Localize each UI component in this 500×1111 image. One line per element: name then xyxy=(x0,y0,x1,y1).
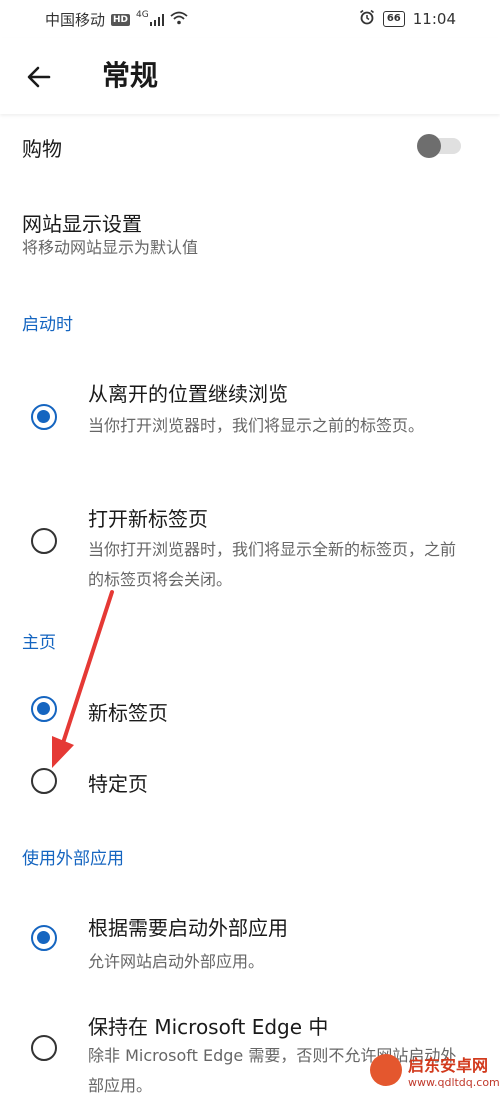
option-title: 打开新标签页 xyxy=(88,507,208,531)
radio-open-new-tab[interactable] xyxy=(31,528,57,554)
home-option-specific-page[interactable] xyxy=(0,752,500,810)
wifi-icon xyxy=(170,11,188,29)
arrow-left-icon xyxy=(27,66,51,88)
cell-signal-icon: 4G xyxy=(136,10,164,26)
app-bar: 常规 xyxy=(0,38,500,114)
shopping-toggle[interactable] xyxy=(417,134,463,158)
home-option-new-tab[interactable] xyxy=(0,680,500,738)
option-title: 新标签页 xyxy=(88,701,168,725)
battery-indicator: 66 xyxy=(382,11,405,27)
clock: 11:04 xyxy=(412,10,456,28)
option-description: 当你打开浏览器时，我们将显示全新的标签页，之前的标签页将会关闭。 xyxy=(88,540,457,589)
option-description: 允许网站启动外部应用。 xyxy=(88,952,265,971)
back-button[interactable] xyxy=(24,62,54,92)
watermark: 启东安卓网 www.qdltdq.com xyxy=(370,1050,500,1104)
page-title: 常规 xyxy=(102,59,159,92)
radio-continue-browsing[interactable] xyxy=(31,404,57,430)
status-bar: 中国移动 HD 4G 66 11:04 xyxy=(0,0,500,38)
shopping-label: 购物 xyxy=(22,137,62,161)
status-left: 中国移动 HD 4G xyxy=(45,9,188,30)
radio-launch-external[interactable] xyxy=(31,925,57,951)
carrier-label: 中国移动 xyxy=(45,11,106,29)
site-display-subtitle: 将移动网站显示为默认值 xyxy=(22,238,199,257)
section-header-external-apps: 使用外部应用 xyxy=(22,849,124,869)
alarm-icon xyxy=(359,9,375,29)
network-generation: 4G xyxy=(136,9,149,20)
option-title: 保持在 Microsoft Edge 中 xyxy=(88,1015,329,1039)
hd-badge: HD xyxy=(111,13,131,26)
option-title: 特定页 xyxy=(88,772,148,796)
watermark-url: www.qdltdq.com xyxy=(408,1076,500,1089)
radio-home-specific-page[interactable] xyxy=(31,768,57,794)
status-right: 66 11:04 xyxy=(359,9,456,29)
toggle-thumb xyxy=(417,134,441,158)
radio-stay-in-edge[interactable] xyxy=(31,1035,57,1061)
option-title: 从离开的位置继续浏览 xyxy=(88,382,288,406)
option-title: 根据需要启动外部应用 xyxy=(88,916,288,940)
watermark-name: 启东安卓网 xyxy=(408,1056,489,1075)
option-description: 当你打开浏览器时，我们将显示之前的标签页。 xyxy=(88,416,425,435)
section-header-home: 主页 xyxy=(22,633,56,653)
section-header-startup: 启动时 xyxy=(22,315,73,335)
radio-home-new-tab[interactable] xyxy=(31,696,57,722)
watermark-logo-icon xyxy=(370,1054,402,1086)
